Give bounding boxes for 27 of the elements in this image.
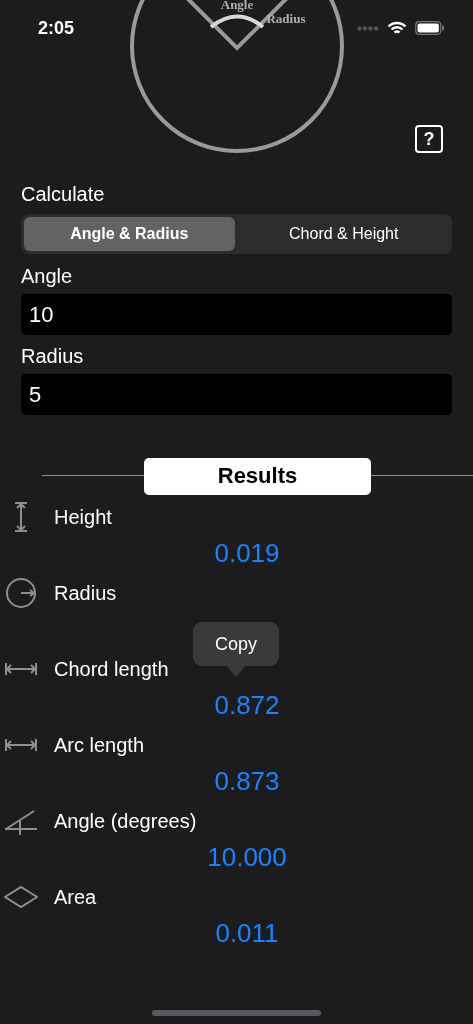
field-label: Angle bbox=[21, 264, 74, 288]
section-title: Calculate bbox=[21, 182, 106, 206]
result-label: Chord length bbox=[54, 657, 169, 681]
help-button[interactable]: ? bbox=[415, 125, 443, 153]
wifi-icon bbox=[387, 20, 407, 36]
results-header: Results bbox=[144, 457, 371, 495]
battery-icon bbox=[415, 21, 445, 35]
result-label: Angle (degrees) bbox=[54, 809, 197, 833]
tooltip-pointer bbox=[226, 665, 246, 677]
result-label: Radius bbox=[54, 581, 117, 605]
segment-tab[interactable]: Angle & Radius bbox=[24, 217, 235, 251]
status-time: 2:05 bbox=[38, 17, 75, 39]
result-value[interactable]: 0.872 bbox=[214, 689, 280, 721]
result-value[interactable]: 10.000 bbox=[207, 841, 287, 873]
result-value[interactable]: 0.019 bbox=[214, 537, 280, 569]
result-label: Area bbox=[54, 885, 97, 909]
field-label: Radius bbox=[21, 344, 85, 368]
circle-radius-icon bbox=[4, 578, 38, 608]
input-field[interactable]: 5 bbox=[21, 374, 452, 415]
input-field[interactable]: 10 bbox=[21, 294, 452, 335]
cellular-signal-icon bbox=[357, 25, 379, 31]
result-value[interactable]: 0.873 bbox=[214, 765, 280, 797]
result-label: Height bbox=[54, 505, 112, 529]
result-label: Arc length bbox=[54, 733, 145, 757]
result-value[interactable]: 0.011 bbox=[215, 917, 279, 949]
copy-tooltip[interactable]: Copy bbox=[193, 622, 279, 666]
segment-tab[interactable]: Chord & Height bbox=[238, 217, 449, 251]
